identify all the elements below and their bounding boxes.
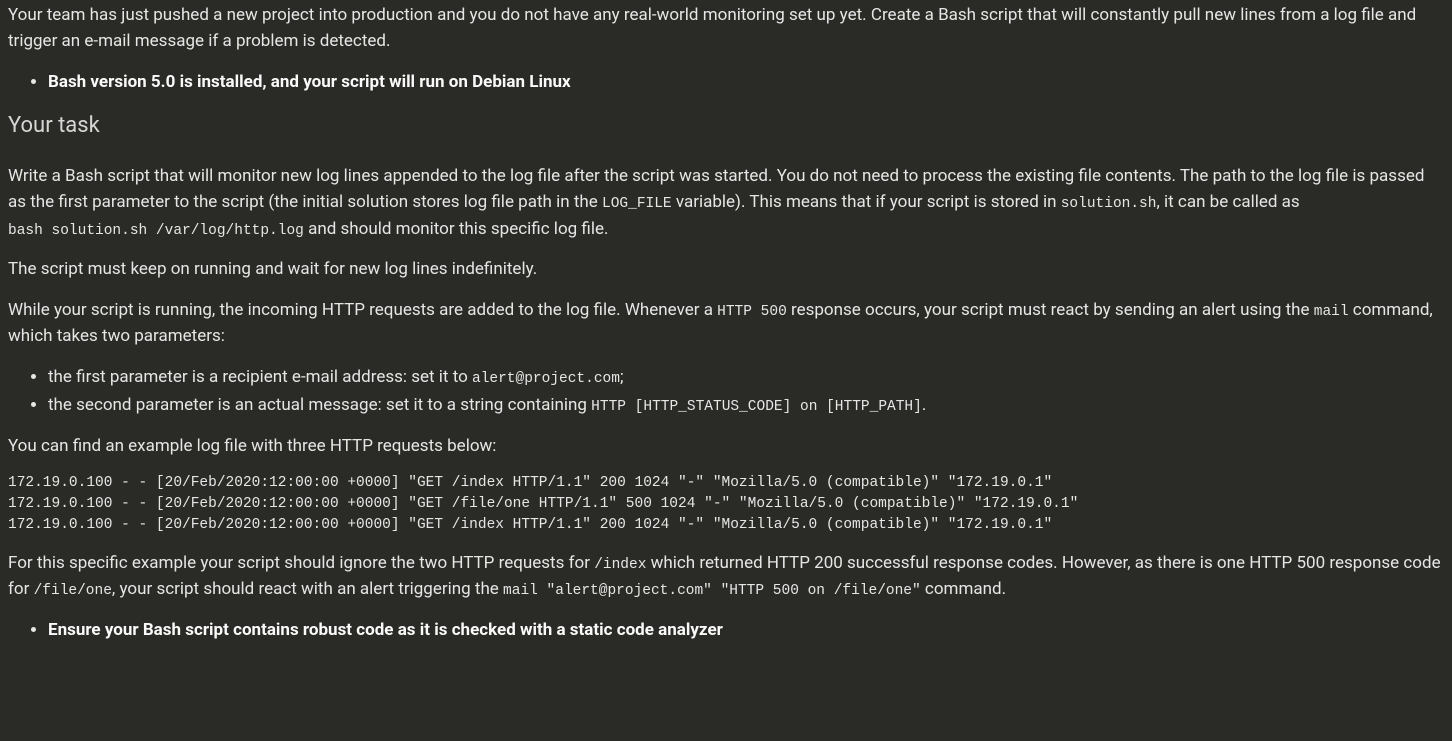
code-mail: mail xyxy=(1314,304,1349,320)
text-span: the second parameter is an actual messag… xyxy=(48,395,591,415)
text-span: For this specific example your script sh… xyxy=(8,553,594,573)
task-paragraph-3: While your script is running, the incomi… xyxy=(8,297,1444,350)
text-span: ; xyxy=(620,367,624,387)
code-solution-sh: solution.sh xyxy=(1061,196,1157,212)
code-mail-command: mail "alert@project.com" "HTTP 500 on /f… xyxy=(503,583,921,599)
your-task-heading: Your task xyxy=(8,109,1444,143)
mail-param-message: the second parameter is an actual messag… xyxy=(48,392,1444,418)
code-http-500: HTTP 500 xyxy=(717,304,787,320)
task-paragraph-5: For this specific example your script sh… xyxy=(8,550,1444,603)
code-log-file: LOG_FILE xyxy=(602,196,672,212)
final-bullet-robust: Ensure your Bash script contains robust … xyxy=(48,617,1444,643)
intro-list: Bash version 5.0 is installed, and your … xyxy=(8,69,1444,95)
code-file-one-path: /file/one xyxy=(34,583,112,599)
text-span: and should monitor this specific log fil… xyxy=(304,219,609,239)
text-span: . xyxy=(922,395,926,415)
intro-bullet-bash: Bash version 5.0 is installed, and your … xyxy=(48,69,1444,95)
mail-param-recipient: the first parameter is a recipient e-mai… xyxy=(48,364,1444,390)
text-span: variable). This means that if your scrip… xyxy=(672,192,1061,212)
text-span: While your script is running, the incomi… xyxy=(8,300,717,320)
example-log-file: 172.19.0.100 - - [20/Feb/2020:12:00:00 +… xyxy=(8,473,1444,536)
code-index-path: /index xyxy=(594,557,646,573)
text-span: the first parameter is a recipient e-mai… xyxy=(48,367,472,387)
code-message-template: HTTP [HTTP_STATUS_CODE] on [HTTP_PATH] xyxy=(591,399,922,415)
text-span: response occurs, your script must react … xyxy=(787,300,1314,320)
final-bullet-robust-text: Ensure your Bash script contains robust … xyxy=(48,620,723,640)
text-span: , your script should react with an alert… xyxy=(112,579,503,599)
task-paragraph-1: Write a Bash script that will monitor ne… xyxy=(8,163,1444,242)
code-alert-email: alert@project.com xyxy=(472,371,620,387)
intro-paragraph: Your team has just pushed a new project … xyxy=(8,2,1444,55)
task-description: Your team has just pushed a new project … xyxy=(0,0,1452,697)
task-paragraph-4: You can find an example log file with th… xyxy=(8,433,1444,459)
task-paragraph-2: The script must keep on running and wait… xyxy=(8,256,1444,282)
intro-bullet-bash-text: Bash version 5.0 is installed, and your … xyxy=(48,72,571,92)
text-span: command. xyxy=(921,579,1006,599)
code-bash-call: bash solution.sh /var/log/http.log xyxy=(8,223,304,239)
mail-params-list: the first parameter is a recipient e-mai… xyxy=(8,364,1444,419)
final-list: Ensure your Bash script contains robust … xyxy=(8,617,1444,643)
text-span: , it can be called as xyxy=(1156,192,1299,212)
